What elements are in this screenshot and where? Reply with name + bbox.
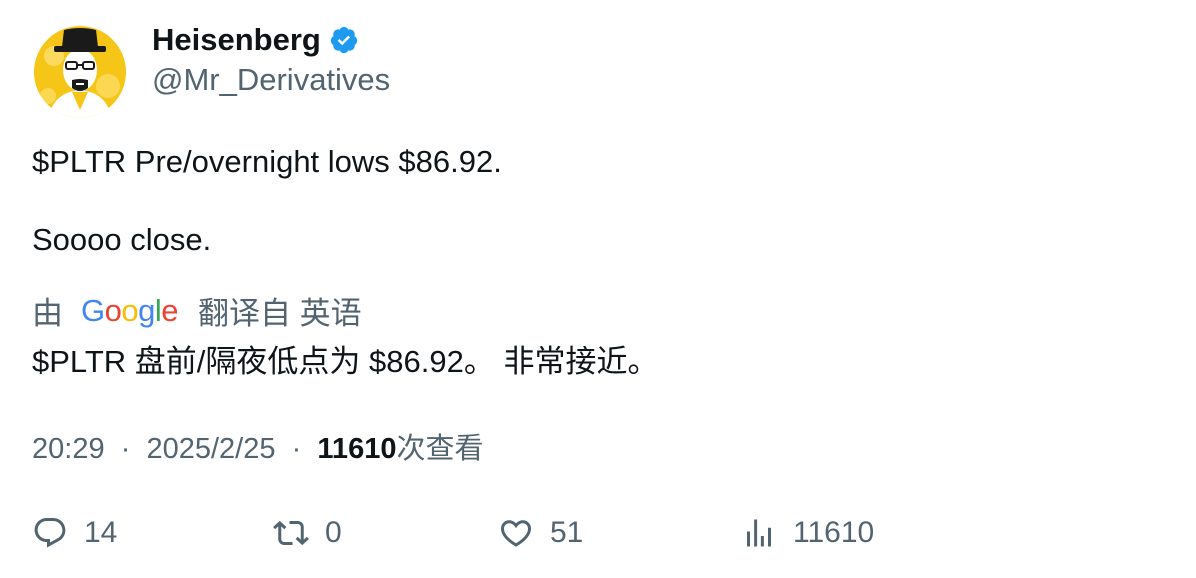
meta-separator: ·: [112, 433, 139, 465]
retweet-button[interactable]: 0: [273, 508, 342, 558]
tweet-text-line1: $PLTR Pre/overnight lows $86.92.: [32, 144, 502, 179]
verified-badge-icon[interactable]: [329, 25, 359, 55]
tweet-meta: 20:29 · 2025/2/25 · 11610次查看: [32, 425, 483, 467]
heisenberg-avatar-icon: [34, 26, 126, 118]
views-count: 11610: [793, 516, 875, 549]
avatar[interactable]: [34, 26, 126, 118]
view-count: 11610: [317, 433, 397, 465]
reply-count: 14: [84, 516, 118, 549]
retweet-icon: [273, 520, 309, 546]
author-name-row: Heisenberg: [152, 22, 359, 58]
like-button[interactable]: 51: [498, 508, 583, 558]
like-count: 51: [550, 516, 584, 549]
view-label: 次查看: [396, 433, 484, 465]
translated-by-google[interactable]: 由 Google 翻译自 英语: [32, 288, 362, 333]
tweet-time[interactable]: 20:29: [32, 433, 105, 465]
tweet-text-line2: Soooo close.: [32, 222, 212, 257]
author-display-name[interactable]: Heisenberg: [152, 22, 321, 58]
author-handle[interactable]: @Mr_Derivatives: [152, 62, 390, 98]
translated-text: $PLTR 盘前/隔夜低点为 $86.92。 非常接近。: [32, 344, 659, 379]
views-button[interactable]: 11610: [741, 508, 874, 558]
action-bar: 14 0 51 11610: [0, 508, 1196, 558]
heart-icon: [500, 520, 532, 547]
analytics-bar-icon: [747, 519, 771, 547]
tweet-date[interactable]: 2025/2/25: [146, 433, 275, 465]
translation-suffix: 翻译自 英语: [198, 296, 362, 331]
google-logo-icon: Google: [81, 292, 179, 328]
reply-button[interactable]: 14: [32, 508, 117, 558]
meta-separator: ·: [283, 433, 310, 465]
retweet-count: 0: [325, 516, 342, 549]
reply-icon: [34, 518, 66, 548]
translation-prefix: 由: [32, 296, 63, 331]
